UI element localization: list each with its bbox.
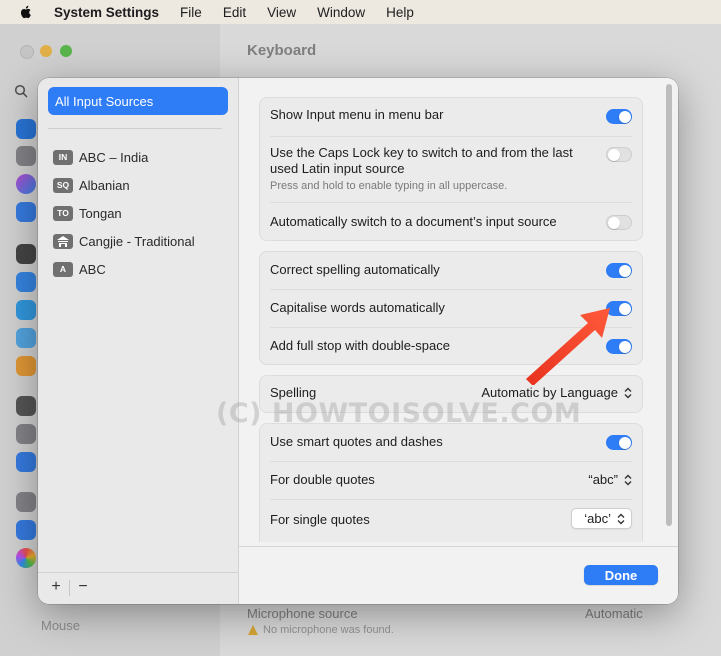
input-source-label: ABC – India xyxy=(79,149,149,165)
single-quotes-label: For single quotes xyxy=(270,512,370,527)
chevron-up-down-icon xyxy=(624,474,632,485)
input-source-badge: SQ xyxy=(53,177,73,193)
input-source-abc[interactable]: A ABC xyxy=(53,259,106,279)
input-source-label: ABC xyxy=(79,261,106,277)
remove-input-source-button[interactable]: − xyxy=(76,578,90,596)
auto-switch-row: Automatically switch to a document’s inp… xyxy=(270,214,632,229)
menu-help[interactable]: Help xyxy=(386,5,414,20)
input-source-badge: A xyxy=(53,261,73,277)
input-source-label: Tongan xyxy=(79,205,122,221)
input-source-badge: TO xyxy=(53,205,73,221)
show-input-menu-label: Show Input menu in menu bar xyxy=(270,107,444,122)
correct-spelling-label: Correct spelling automatically xyxy=(270,262,440,277)
capitalise-words-label: Capitalise words automatically xyxy=(270,300,445,315)
menu-settings-group: Show Input menu in menu bar Use the Caps… xyxy=(259,97,643,241)
caps-lock-row: Use the Caps Lock key to switch to and f… xyxy=(270,145,600,194)
menu-bar: System Settings File Edit View Window He… xyxy=(0,0,721,24)
input-source-cangjie[interactable]: Cangjie - Traditional xyxy=(53,231,195,251)
double-quotes-row: For double quotes xyxy=(270,472,632,487)
input-source-badge: IN xyxy=(53,149,73,165)
done-button[interactable]: Done xyxy=(584,565,658,585)
correct-spelling-toggle[interactable] xyxy=(606,263,632,278)
apple-logo-icon[interactable] xyxy=(18,4,34,20)
add-input-source-button[interactable]: + xyxy=(49,578,63,596)
all-input-sources-label: All Input Sources xyxy=(55,93,154,109)
menu-view[interactable]: View xyxy=(267,5,296,20)
full-stop-label: Add full stop with double-space xyxy=(270,338,450,353)
auto-switch-label: Automatically switch to a document’s inp… xyxy=(270,214,557,229)
all-input-sources-item[interactable]: All Input Sources xyxy=(48,87,228,115)
menu-file[interactable]: File xyxy=(180,5,202,20)
list-toolbar: + − xyxy=(38,572,238,604)
smart-quotes-row: Use smart quotes and dashes xyxy=(270,434,632,449)
show-input-menu-row: Show Input menu in menu bar xyxy=(270,107,632,122)
input-source-label: Cangjie - Traditional xyxy=(79,233,195,249)
input-sources-list: All Input Sources IN ABC – India SQ Alba… xyxy=(38,78,239,604)
auto-switch-toggle[interactable] xyxy=(606,215,632,230)
caps-lock-toggle[interactable] xyxy=(606,147,632,162)
row-divider xyxy=(270,136,632,137)
smart-quotes-toggle[interactable] xyxy=(606,435,632,450)
smart-quotes-label: Use smart quotes and dashes xyxy=(270,434,443,449)
caps-lock-label: Use the Caps Lock key to switch to and f… xyxy=(270,145,573,176)
input-source-abc-india[interactable]: IN ABC – India xyxy=(53,147,148,167)
row-divider xyxy=(270,289,632,290)
menu-app-name[interactable]: System Settings xyxy=(54,5,159,20)
double-quotes-value: “abc” xyxy=(588,472,618,487)
caps-lock-sublabel: Press and hold to enable typing in all u… xyxy=(270,180,508,192)
watermark: (C) HOWTOISOLVE.COM xyxy=(216,398,582,429)
menu-window[interactable]: Window xyxy=(317,5,365,20)
input-source-label: Albanian xyxy=(79,177,130,193)
single-quotes-value: ‘abc’ xyxy=(584,511,611,526)
double-quotes-label: For double quotes xyxy=(270,472,375,487)
input-source-tongan[interactable]: TO Tongan xyxy=(53,203,122,223)
toolbar-divider xyxy=(69,580,70,596)
cangjie-icon xyxy=(53,233,73,249)
annotation-arrow-icon xyxy=(526,308,610,385)
single-quotes-select[interactable]: ‘abc’ xyxy=(571,508,632,529)
show-input-menu-toggle[interactable] xyxy=(606,109,632,124)
row-divider xyxy=(270,202,632,203)
correct-spelling-row: Correct spelling automatically xyxy=(270,262,632,277)
smart-quotes-group: Use smart quotes and dashes For double q… xyxy=(259,423,643,542)
scrollbar[interactable] xyxy=(666,84,672,526)
input-source-albanian[interactable]: SQ Albanian xyxy=(53,175,130,195)
menu-edit[interactable]: Edit xyxy=(223,5,246,20)
row-divider xyxy=(270,461,632,462)
chevron-up-down-icon xyxy=(624,387,632,398)
chevron-up-down-icon xyxy=(617,513,625,524)
list-divider xyxy=(48,128,222,129)
sheet-footer: Done xyxy=(239,546,678,604)
row-divider xyxy=(270,499,632,500)
double-quotes-select[interactable]: “abc” xyxy=(588,472,632,487)
